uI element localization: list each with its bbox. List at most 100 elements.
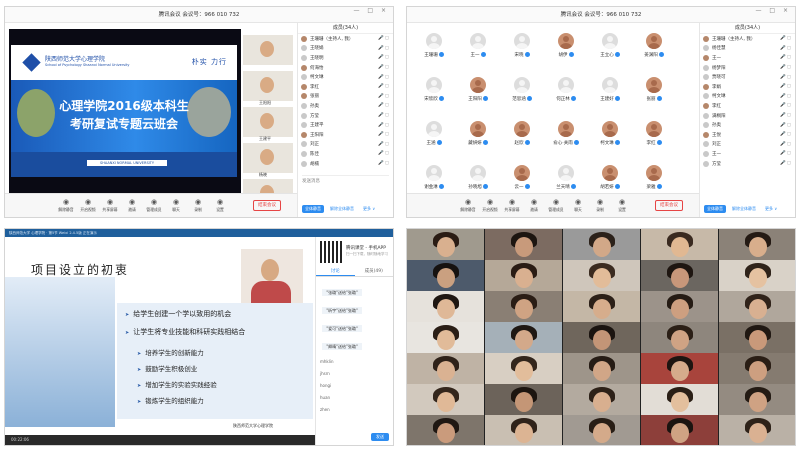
window-controls[interactable]: — □ × bbox=[353, 7, 389, 14]
member-row[interactable]: 陈佳 🎤▢ bbox=[298, 149, 393, 159]
video-tile[interactable] bbox=[641, 291, 718, 322]
video-tile[interactable] bbox=[563, 291, 640, 322]
camera-tile[interactable] bbox=[243, 35, 293, 65]
more-button[interactable]: 更多 ∨ bbox=[762, 205, 780, 213]
video-tile[interactable] bbox=[719, 322, 795, 353]
gallery-tile[interactable]: 宋晓 bbox=[509, 33, 535, 58]
chat-input[interactable]: 发送消息 bbox=[302, 175, 389, 195]
member-row[interactable]: 柯文琳 🎤▢ bbox=[700, 92, 795, 102]
gallery-tile[interactable]: 梁雅 bbox=[641, 165, 667, 190]
gallery-tile[interactable]: 孙晓旭 bbox=[465, 165, 491, 190]
member-row[interactable]: 王珊珊（主持人, 我） 🎤▢ bbox=[298, 34, 393, 44]
member-row[interactable]: 贾晓可 🎤▢ bbox=[700, 72, 795, 82]
member-row[interactable]: 孙奥 🎤▢ bbox=[298, 101, 393, 111]
gallery-tile[interactable]: 赵欣 bbox=[509, 121, 535, 146]
gallery-tile[interactable]: 张丽 bbox=[641, 77, 667, 102]
member-row[interactable]: 王晓明 🎤▢ bbox=[298, 53, 393, 63]
gallery-tile[interactable]: 王珊珊 bbox=[421, 33, 447, 58]
unmute-all-button[interactable]: 解除全体静音 bbox=[327, 205, 357, 213]
gallery-tile[interactable]: 王立心 bbox=[597, 33, 623, 58]
gallery-tile[interactable]: 王涵 bbox=[421, 121, 447, 146]
member-row[interactable]: 满桐阳 🎤▢ bbox=[700, 111, 795, 121]
video-tile[interactable] bbox=[485, 229, 562, 260]
member-row[interactable]: 王一 🎤▢ bbox=[700, 53, 795, 63]
camera-tile[interactable]: 王建平 bbox=[243, 107, 293, 141]
send-button[interactable]: 发送 bbox=[371, 433, 389, 441]
video-tile[interactable] bbox=[485, 260, 562, 291]
video-tile[interactable] bbox=[563, 260, 640, 291]
toolbar-button-4[interactable]: ◉ 管理成员 bbox=[143, 198, 165, 213]
video-tile[interactable] bbox=[485, 415, 562, 445]
gallery-tile[interactable]: 胡伊 bbox=[553, 33, 579, 58]
gallery-tile[interactable]: 王建好 bbox=[597, 77, 623, 102]
video-tile[interactable] bbox=[719, 353, 795, 384]
window-controls[interactable]: — □ × bbox=[755, 7, 791, 14]
member-row[interactable]: 方莹 🎤▢ bbox=[298, 111, 393, 121]
video-tile[interactable] bbox=[407, 384, 484, 415]
mute-all-button[interactable]: 全体静音 bbox=[704, 205, 726, 213]
gallery-tile[interactable]: 俞心·关雨 bbox=[553, 121, 579, 146]
video-tile[interactable] bbox=[407, 322, 484, 353]
end-meeting-button[interactable]: 结束会议 bbox=[253, 200, 281, 211]
video-tile[interactable] bbox=[563, 353, 640, 384]
video-tile[interactable] bbox=[719, 260, 795, 291]
member-row[interactable]: 李娟 🎤▢ bbox=[700, 82, 795, 92]
toolbar-button-6[interactable]: ◉ 录制 bbox=[589, 198, 611, 213]
member-row[interactable]: 王一 🎤▢ bbox=[700, 149, 795, 159]
end-meeting-button[interactable]: 结束会议 bbox=[655, 200, 683, 211]
toolbar-button-2[interactable]: ◉ 共享屏幕 bbox=[501, 198, 523, 213]
gallery-tile[interactable]: 姜渊阳 bbox=[641, 33, 667, 58]
toolbar-button-4[interactable]: ◉ 管理成员 bbox=[545, 198, 567, 213]
member-row[interactable]: 刘正 🎤▢ bbox=[700, 140, 795, 150]
member-row[interactable]: 杨佳慧 🎤▢ bbox=[700, 44, 795, 54]
member-row[interactable]: 柯文琳 🎤▢ bbox=[298, 72, 393, 82]
tab-1[interactable]: 成员(49) bbox=[355, 267, 394, 276]
gallery-tile[interactable]: 何正林 bbox=[553, 77, 579, 102]
video-tile[interactable] bbox=[407, 415, 484, 445]
members-tab[interactable]: 成员(34人) bbox=[700, 23, 795, 34]
member-row[interactable]: 孙奥 🎤▢ bbox=[700, 120, 795, 130]
toolbar-button-1[interactable]: ◉ 开启视频 bbox=[479, 198, 501, 213]
gallery-tile[interactable]: 云一 bbox=[509, 165, 535, 190]
video-tile[interactable] bbox=[563, 322, 640, 353]
member-row[interactable]: 方莹 🎤▢ bbox=[700, 159, 795, 169]
video-tile[interactable] bbox=[563, 415, 640, 445]
video-tile[interactable] bbox=[719, 384, 795, 415]
toolbar-button-0[interactable]: ◉ 解除静音 bbox=[55, 198, 77, 213]
video-tile[interactable] bbox=[407, 291, 484, 322]
video-tile[interactable] bbox=[641, 384, 718, 415]
toolbar-button-5[interactable]: ◉ 聊天 bbox=[567, 198, 589, 213]
toolbar-button-3[interactable]: ◉ 邀请 bbox=[523, 198, 545, 213]
unmute-all-button[interactable]: 解除全体静音 bbox=[729, 205, 759, 213]
toolbar-button-7[interactable]: ◉ 设置 bbox=[611, 198, 633, 213]
gallery-tile[interactable]: 范思涵 bbox=[509, 77, 535, 102]
video-tile[interactable] bbox=[485, 384, 562, 415]
camera-tile[interactable]: 杨晓 bbox=[243, 143, 293, 177]
member-row[interactable]: 李红 🎤▢ bbox=[700, 101, 795, 111]
gallery-tile[interactable]: 宋欣欣 bbox=[421, 77, 447, 102]
video-tile[interactable] bbox=[407, 260, 484, 291]
member-row[interactable]: 王阳阳 🎤▢ bbox=[298, 130, 393, 140]
toolbar-button-0[interactable]: ◉ 解除静音 bbox=[457, 198, 479, 213]
video-tile[interactable] bbox=[563, 384, 640, 415]
more-button[interactable]: 更多 ∨ bbox=[360, 205, 378, 213]
member-row[interactable]: 刘正 🎤▢ bbox=[298, 140, 393, 150]
member-row[interactable]: 张丽 🎤▢ bbox=[298, 92, 393, 102]
video-tile[interactable] bbox=[407, 353, 484, 384]
video-tile[interactable] bbox=[719, 415, 795, 445]
video-tile[interactable] bbox=[485, 322, 562, 353]
video-tile[interactable] bbox=[485, 353, 562, 384]
gallery-tile[interactable]: 柯文琳 bbox=[597, 121, 623, 146]
members-tab[interactable]: 成员(34人) bbox=[298, 23, 393, 34]
video-tile[interactable] bbox=[641, 353, 718, 384]
video-tile[interactable] bbox=[719, 291, 795, 322]
gallery-tile[interactable]: 王一 bbox=[465, 33, 491, 58]
video-tile[interactable] bbox=[641, 415, 718, 445]
tab-0[interactable]: 讨论 bbox=[316, 267, 355, 276]
toolbar-button-1[interactable]: ◉ 开启视频 bbox=[77, 198, 99, 213]
app-download-title[interactable]: 腾讯课堂 - 手机APP bbox=[346, 245, 386, 251]
gallery-tile[interactable]: 兰天晴 bbox=[553, 165, 579, 190]
toolbar-button-6[interactable]: ◉ 录制 bbox=[187, 198, 209, 213]
video-tile[interactable] bbox=[641, 322, 718, 353]
camera-tile[interactable]: 王阳阳 bbox=[243, 71, 293, 105]
